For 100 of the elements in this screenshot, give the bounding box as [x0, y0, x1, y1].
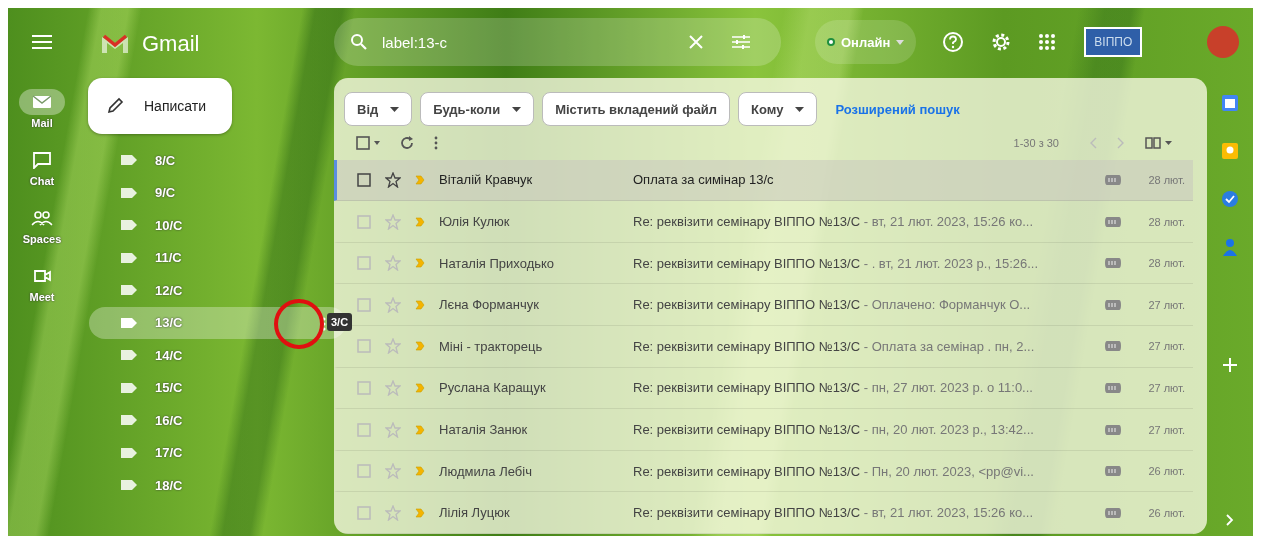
importance-marker-icon[interactable]	[415, 382, 425, 393]
label-tag-icon	[121, 447, 137, 458]
checkbox[interactable]	[357, 214, 371, 229]
email-date: 28 лют.	[1147, 257, 1185, 270]
avatar[interactable]	[1207, 26, 1239, 58]
star-icon[interactable]	[385, 421, 401, 438]
filter-chip[interactable]: Від	[344, 92, 413, 126]
filter-sliders-icon[interactable]	[731, 34, 751, 50]
filter-chip[interactable]: Містить вкладений файл	[542, 92, 731, 126]
importance-marker-icon[interactable]	[415, 466, 425, 477]
importance-marker-icon[interactable]	[415, 216, 425, 227]
filter-chip[interactable]: Будь-коли	[420, 92, 535, 126]
checkbox[interactable]	[357, 422, 371, 437]
star-icon[interactable]	[385, 296, 401, 313]
lightbulb-note-icon[interactable]	[1221, 142, 1239, 160]
star-icon[interactable]	[385, 338, 401, 355]
checkbox[interactable]	[357, 380, 371, 395]
account-badge[interactable]: ВІППО	[1084, 27, 1143, 57]
chevron-left-icon[interactable]	[1089, 136, 1097, 149]
tooltip: 3/C	[327, 312, 353, 331]
email-subject: Re: реквізити семінару ВІППО №13/С - Оплата за семінар . пн, 2...	[633, 338, 1036, 354]
email-date: 28 лют.	[1147, 215, 1185, 228]
star-icon[interactable]	[385, 213, 401, 230]
compose-button[interactable]: Написати	[88, 78, 232, 134]
envelope-logo-icon	[100, 33, 130, 55]
label-tag-icon	[121, 285, 137, 296]
status-button[interactable]: Онлайн	[815, 20, 917, 64]
rail-item[interactable]: Meet	[14, 263, 70, 303]
checkbox[interactable]	[357, 505, 371, 520]
label-item[interactable]: 17/C	[89, 436, 334, 469]
more-vertical-icon[interactable]	[322, 316, 326, 331]
search-field[interactable]: label:13-c	[334, 18, 781, 66]
tasks-icon[interactable]	[1221, 190, 1239, 208]
star-icon[interactable]	[385, 255, 401, 272]
label-tag-icon	[121, 252, 137, 263]
plus-icon[interactable]	[1223, 358, 1237, 372]
rail-label: Chat	[29, 175, 55, 187]
checkbox[interactable]	[357, 172, 371, 187]
email-row[interactable]: Віталій Кравчук Оплата за симінар 13/с 28 лют.	[334, 159, 1193, 202]
importance-marker-icon[interactable]	[415, 507, 425, 518]
sender-name: Міні - тракторець	[439, 338, 544, 354]
star-icon[interactable]	[385, 379, 401, 396]
help-icon[interactable]	[942, 31, 965, 53]
label-item[interactable]: 18/C	[89, 469, 334, 502]
email-row[interactable]: Міні - тракторець Re: реквізити семінару ВІППО №13/С - Оплата за семінар . пн, 2... 27 лют.	[334, 326, 1193, 368]
rail-item[interactable]: Spaces	[14, 205, 70, 245]
importance-marker-icon[interactable]	[415, 424, 425, 435]
label-item[interactable]: 10/C	[89, 209, 334, 242]
checkbox[interactable]	[357, 297, 371, 312]
importance-marker-icon[interactable]	[415, 258, 425, 269]
person-icon[interactable]	[1223, 238, 1237, 256]
star-icon[interactable]	[385, 171, 401, 188]
star-icon[interactable]	[385, 463, 401, 480]
split-view-icon[interactable]	[1145, 136, 1173, 149]
search-icon	[350, 33, 368, 51]
rail-item[interactable]: Mail	[14, 89, 70, 129]
label-tag-icon	[1105, 382, 1121, 393]
label-item[interactable]: 16/C	[89, 404, 334, 437]
filter-chip[interactable]: Кому	[738, 92, 818, 126]
refresh-icon[interactable]	[400, 135, 414, 150]
checkbox[interactable]	[357, 256, 371, 271]
email-row[interactable]: Наталія Занюк Re: реквізити семінару ВІППО №13/С - пн, 20 лют. 2023 р., 13:42... 27 лют.	[334, 409, 1193, 451]
label-tag-icon	[1105, 258, 1121, 269]
importance-marker-icon[interactable]	[415, 174, 425, 185]
checkbox[interactable]	[357, 339, 371, 354]
label-tag-icon	[1105, 424, 1121, 435]
email-row[interactable]: Лілія Луцюк Re: реквізити семінару ВІППО №13/С - вт, 21 лют. 2023, 15:26 ко... 26 лют.	[334, 492, 1193, 534]
label-item[interactable]: 9/C	[89, 176, 334, 209]
star-icon[interactable]	[385, 504, 401, 521]
email-row[interactable]: Людмила Лебіч Re: реквізити семінару ВІППО №13/С - Пн, 20 лют. 2023, <pp@vi... 26 лют.	[334, 450, 1193, 493]
select-checkbox-icon[interactable]	[356, 135, 380, 150]
label-tag-icon	[121, 220, 137, 231]
label-tag-icon	[1105, 216, 1121, 227]
pagination-text: 1-30 з 30	[1013, 136, 1059, 149]
chevron-right-icon[interactable]	[1117, 136, 1125, 149]
advanced-search-link[interactable]: Розширений пошук	[835, 101, 960, 117]
email-row[interactable]: Руслана Каращук Re: реквізити семінару ВІППО №13/С - пн, 27 лют. 2023 р. о 11:0... 27 лют.	[334, 367, 1193, 410]
importance-marker-icon[interactable]	[415, 341, 425, 352]
importance-marker-icon[interactable]	[415, 299, 425, 310]
more-vertical-icon[interactable]	[434, 135, 438, 150]
email-row[interactable]: Наталія Приходько Re: реквізити семінару ВІППО №13/С - . вт, 21 лют. 2023 р., 15:26... 28 лют.	[334, 242, 1193, 285]
highlight-circle	[274, 298, 324, 349]
menu-icon[interactable]	[32, 35, 52, 49]
calendar-icon[interactable]	[1221, 94, 1239, 112]
label-tag-icon	[1105, 174, 1121, 185]
email-subject: Re: реквізити семінару ВІППО №13/С - вт, 21 лют. 2023, 15:26 ко...	[633, 505, 1035, 521]
label-item[interactable]: 8/C	[89, 144, 334, 177]
pencil-icon	[106, 97, 124, 115]
email-subject: Re: реквізити семінару ВІППО №13/С - вт, 21 лют. 2023, 15:26 ко...	[633, 214, 1035, 230]
apps-grid-icon[interactable]	[1038, 33, 1057, 51]
rail-item[interactable]: Chat	[14, 147, 70, 187]
close-icon[interactable]	[689, 35, 703, 49]
email-row[interactable]: Юлія Кулюк Re: реквізити семінару ВІППО №13/С - вт, 21 лют. 2023, 15:26 ко... 28 лют.	[334, 201, 1193, 243]
label-item[interactable]: 14/C	[89, 339, 334, 372]
caret-icon	[512, 106, 522, 112]
label-item[interactable]: 15/C	[89, 371, 334, 404]
email-date: 28 лют.	[1147, 173, 1185, 186]
label-item[interactable]: 12/C	[89, 274, 334, 307]
label-item[interactable]: 11/C	[89, 241, 334, 274]
checkbox[interactable]	[357, 464, 371, 479]
